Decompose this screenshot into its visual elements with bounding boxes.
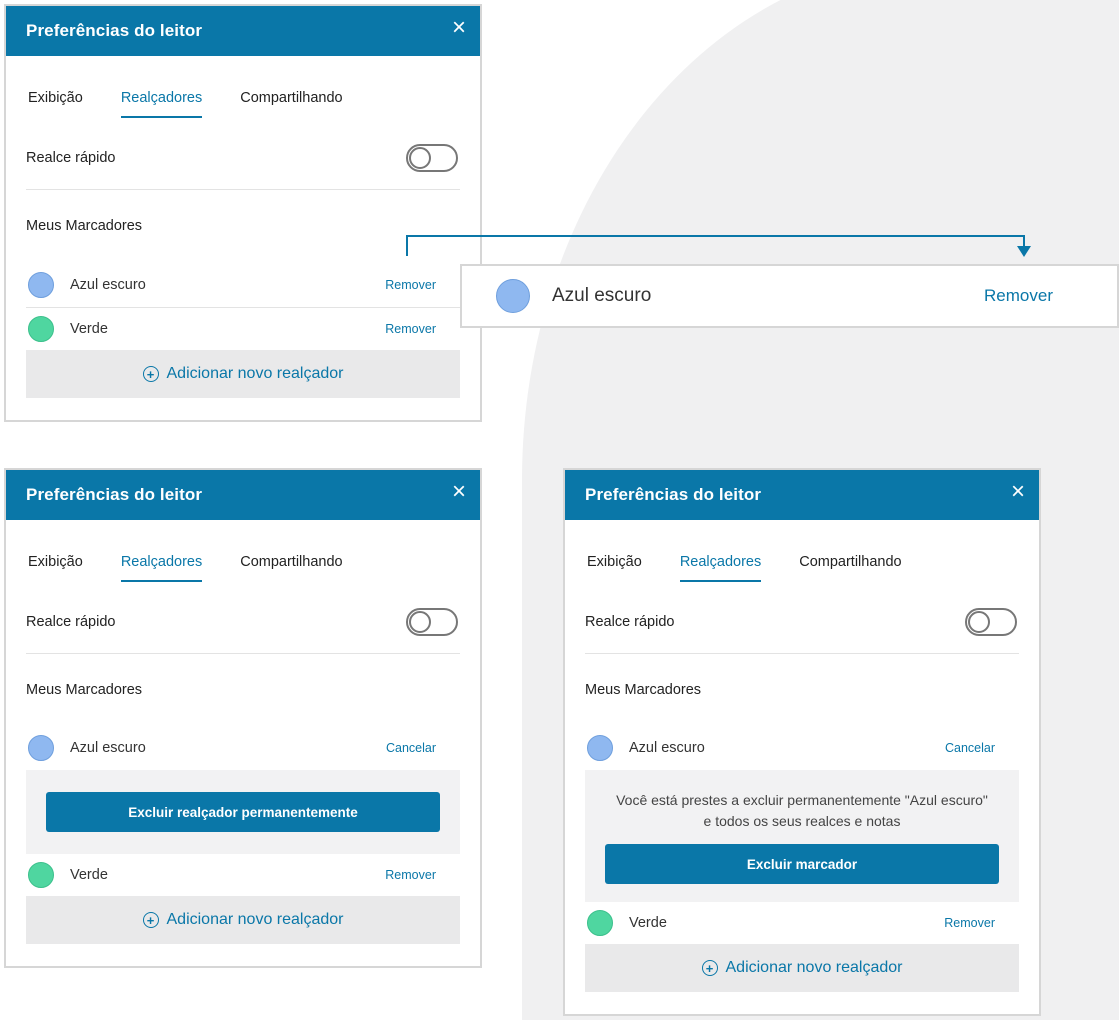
marker-name: Azul escuro bbox=[552, 285, 652, 306]
quick-highlight-row: Realce rápido bbox=[585, 590, 1019, 654]
delete-confirm-box: Você está prestes a excluir permanenteme… bbox=[585, 770, 1019, 902]
reader-preferences-panel-confirm-message: Preferências do leitor × Exibição Realça… bbox=[563, 468, 1041, 1016]
reader-preferences-panel-confirm-short: Preferências do leitor × Exibição Realça… bbox=[4, 468, 482, 968]
toggle-knob bbox=[409, 146, 431, 169]
quick-highlight-label: Realce rápido bbox=[585, 613, 675, 630]
color-swatch-blue bbox=[28, 271, 54, 298]
cancel-button[interactable]: Cancelar bbox=[386, 741, 436, 755]
marker-row-green: Verde Remover bbox=[585, 902, 1019, 944]
marker-name: Azul escuro bbox=[629, 740, 705, 756]
marker-row-green: Verde Remover bbox=[26, 854, 460, 896]
add-highlighter-label: Adicionar novo realçador bbox=[725, 959, 903, 976]
marker-name: Verde bbox=[70, 321, 108, 337]
reader-preferences-panel-default: Preferências do leitor × Exibição Realça… bbox=[4, 4, 482, 422]
panel-title: Preferências do leitor bbox=[26, 21, 203, 40]
remove-button[interactable]: Remover bbox=[385, 322, 436, 336]
marker-name: Verde bbox=[629, 915, 667, 931]
color-swatch-blue bbox=[587, 735, 613, 761]
marker-name: Verde bbox=[70, 867, 108, 883]
panel-header: Preferências do leitor × bbox=[6, 470, 480, 520]
color-swatch-green bbox=[587, 910, 613, 936]
marker-name: Azul escuro bbox=[70, 276, 146, 293]
remove-button[interactable]: Remover bbox=[385, 868, 436, 882]
panel-header: Preferências do leitor × bbox=[6, 6, 480, 56]
delete-warning-message: Você está prestes a excluir permanenteme… bbox=[616, 792, 988, 829]
cancel-button[interactable]: Cancelar bbox=[945, 741, 995, 755]
tab-bar: Exibição Realçadores Compartilhando bbox=[585, 520, 1019, 590]
color-swatch-blue bbox=[496, 279, 530, 313]
zoomed-marker-row: Azul escuro Remover bbox=[460, 264, 1119, 328]
tab-display[interactable]: Exibição bbox=[28, 90, 83, 118]
delete-confirm-box: Excluir realçador permanentemente bbox=[26, 770, 460, 854]
remove-button[interactable]: Remover bbox=[984, 286, 1053, 306]
add-highlighter-label: Adicionar novo realçador bbox=[166, 365, 344, 382]
tab-sharing[interactable]: Compartilhando bbox=[240, 90, 342, 118]
quick-highlight-label: Realce rápido bbox=[26, 149, 116, 166]
markers-section-title: Meus Marcadores bbox=[26, 682, 143, 698]
add-highlighter-label: Adicionar novo realçador bbox=[166, 911, 344, 928]
toggle-knob bbox=[409, 610, 431, 633]
add-highlighter-button[interactable]: + Adicionar novo realçador bbox=[26, 896, 460, 944]
tab-display[interactable]: Exibição bbox=[587, 554, 642, 582]
marker-name: Azul escuro bbox=[70, 740, 146, 756]
tab-highlighters[interactable]: Realçadores bbox=[120, 90, 203, 118]
close-icon[interactable]: × bbox=[1011, 480, 1025, 504]
markers-section-title: Meus Marcadores bbox=[26, 218, 143, 234]
quick-highlight-row: Realce rápido bbox=[26, 126, 460, 190]
delete-highlighter-permanently-button[interactable]: Excluir realçador permanentemente bbox=[46, 792, 440, 832]
quick-highlight-toggle[interactable] bbox=[406, 143, 458, 172]
marker-row-green: Verde Remover bbox=[26, 308, 460, 350]
marker-row-blue: Azul escuro Remover bbox=[26, 262, 460, 308]
quick-highlight-row: Realce rápido bbox=[26, 590, 460, 654]
quick-highlight-toggle[interactable] bbox=[406, 607, 458, 636]
plus-circle-icon: + bbox=[142, 366, 159, 382]
tab-bar: Exibição Realçadores Compartilhando bbox=[26, 56, 460, 126]
panel-title: Preferências do leitor bbox=[585, 485, 762, 504]
tab-highlighters[interactable]: Realçadores bbox=[679, 554, 762, 582]
markers-section-title: Meus Marcadores bbox=[585, 682, 702, 698]
close-icon[interactable]: × bbox=[452, 480, 466, 504]
tab-bar: Exibição Realçadores Compartilhando bbox=[26, 520, 460, 590]
plus-circle-icon: + bbox=[142, 912, 159, 928]
tab-highlighters[interactable]: Realçadores bbox=[120, 554, 203, 582]
tab-sharing[interactable]: Compartilhando bbox=[240, 554, 342, 582]
plus-circle-icon: + bbox=[701, 960, 718, 976]
close-icon[interactable]: × bbox=[452, 16, 466, 40]
quick-highlight-label: Realce rápido bbox=[26, 613, 116, 630]
color-swatch-blue bbox=[28, 735, 54, 761]
panel-title: Preferências do leitor bbox=[26, 485, 203, 504]
tab-display[interactable]: Exibição bbox=[28, 554, 83, 582]
marker-row-blue: Azul escuro Cancelar bbox=[585, 726, 1019, 770]
color-swatch-green bbox=[28, 316, 54, 342]
marker-row-blue: Azul escuro Cancelar bbox=[26, 726, 460, 770]
color-swatch-green bbox=[28, 862, 54, 888]
remove-button[interactable]: Remover bbox=[385, 278, 436, 292]
add-highlighter-button[interactable]: + Adicionar novo realçador bbox=[26, 350, 460, 398]
toggle-knob bbox=[968, 610, 990, 633]
add-highlighter-button[interactable]: + Adicionar novo realçador bbox=[585, 944, 1019, 992]
remove-button[interactable]: Remover bbox=[944, 916, 995, 930]
quick-highlight-toggle[interactable] bbox=[965, 607, 1017, 636]
tab-sharing[interactable]: Compartilhando bbox=[799, 554, 901, 582]
delete-marker-button[interactable]: Excluir marcador bbox=[605, 844, 999, 884]
panel-header: Preferências do leitor × bbox=[565, 470, 1039, 520]
